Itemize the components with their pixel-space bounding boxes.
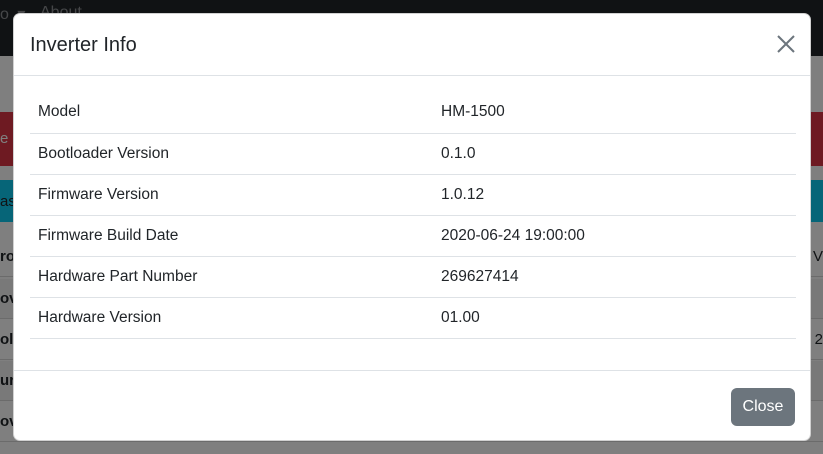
- info-key: Firmware Version: [30, 174, 433, 216]
- info-value: 2020-06-24 19:00:00: [433, 215, 796, 257]
- info-value: HM-1500: [433, 92, 796, 134]
- info-key: Firmware Build Date: [30, 215, 433, 257]
- inverter-info-modal: Inverter Info Model HM-1500 Bootloader V…: [13, 13, 811, 441]
- info-value: 01.00: [433, 297, 796, 339]
- info-key: Hardware Version: [30, 297, 433, 339]
- modal-title: Inverter Info: [30, 34, 137, 56]
- table-row: Hardware Part Number 269627414: [30, 256, 796, 298]
- table-row: Firmware Build Date 2020-06-24 19:00:00: [30, 215, 796, 257]
- close-button[interactable]: Close: [731, 388, 795, 426]
- table-row: Hardware Version 01.00: [30, 297, 796, 339]
- info-value: 269627414: [433, 256, 796, 298]
- table-row: Model HM-1500: [30, 92, 796, 134]
- info-key: Hardware Part Number: [30, 256, 433, 298]
- modal-header: Inverter Info: [14, 14, 810, 76]
- info-value: 0.1.0: [433, 133, 796, 175]
- info-key: Bootloader Version: [30, 133, 433, 175]
- info-key: Model: [30, 92, 433, 134]
- modal-footer: Close: [14, 370, 810, 440]
- info-value: 1.0.12: [433, 174, 796, 216]
- close-icon[interactable]: [776, 34, 796, 54]
- inverter-info-table: Model HM-1500 Bootloader Version 0.1.0 F…: [30, 92, 796, 339]
- table-row: Bootloader Version 0.1.0: [30, 133, 796, 175]
- table-row: Firmware Version 1.0.12: [30, 174, 796, 216]
